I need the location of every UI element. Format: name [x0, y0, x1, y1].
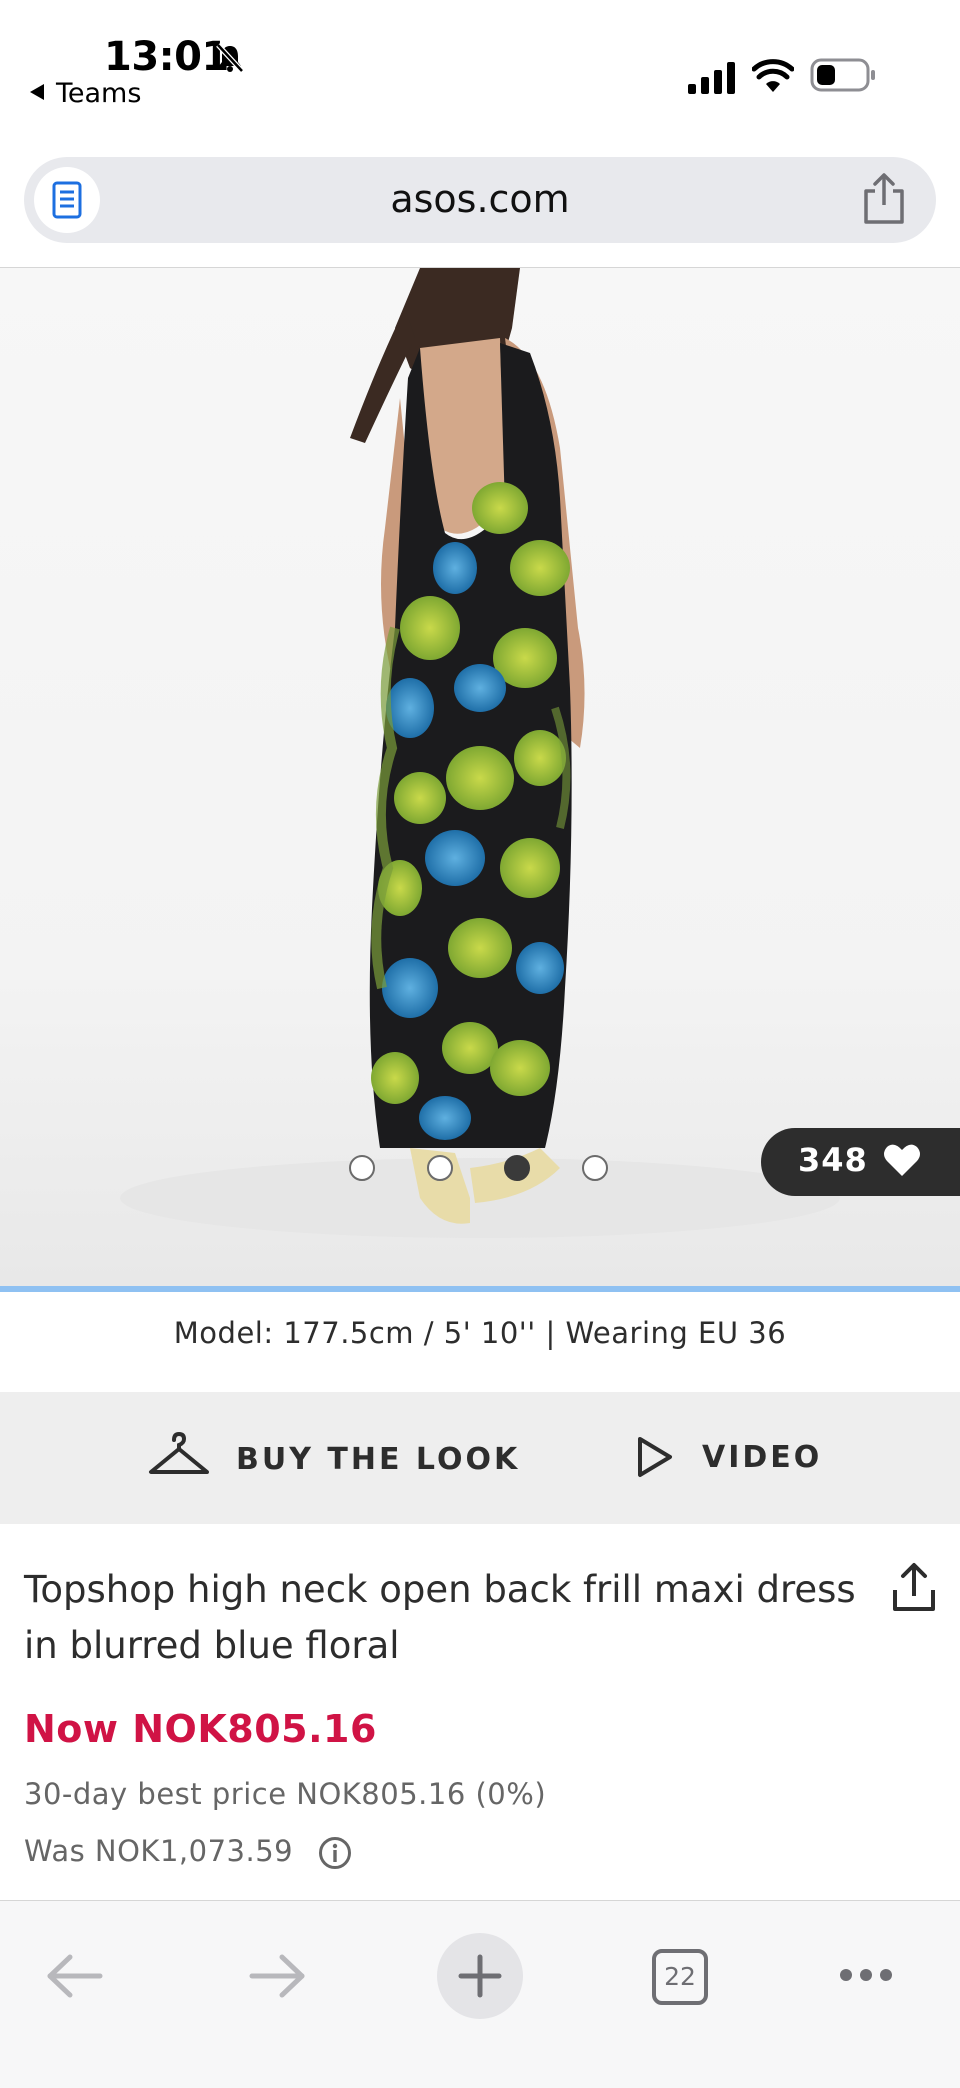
carousel-dot[interactable] — [427, 1155, 453, 1181]
best-price-info: 30-day best price NOK805.16 (0%) — [24, 1777, 547, 1811]
share-icon[interactable] — [892, 1562, 936, 1612]
notifications-off-icon — [216, 43, 244, 73]
battery-icon — [810, 58, 875, 92]
back-arrow-icon[interactable] — [46, 1953, 104, 1999]
product-title: Topshop high neck open back frill maxi d… — [24, 1568, 856, 1667]
save-for-later-button[interactable]: 348 — [761, 1128, 960, 1196]
forward-arrow-icon[interactable] — [248, 1953, 306, 1999]
heart-icon — [884, 1144, 920, 1176]
clock-time: 13:01 — [104, 34, 229, 80]
signal-icon — [688, 62, 735, 94]
play-icon — [638, 1437, 672, 1477]
back-app-label: Teams — [56, 78, 142, 109]
back-triangle-icon — [30, 84, 44, 100]
video-label: VIDEO — [702, 1440, 823, 1475]
carousel-dot[interactable] — [349, 1155, 375, 1181]
more-icon[interactable] — [838, 1967, 894, 1983]
share-icon[interactable] — [860, 173, 908, 225]
carousel-dot-active[interactable] — [504, 1155, 530, 1181]
new-tab-button[interactable] — [437, 1933, 523, 2019]
address-bar[interactable]: asos.com — [24, 157, 936, 243]
status-bar: 13:01 Teams — [0, 0, 960, 140]
plus-icon — [458, 1954, 502, 1998]
buy-the-look-label: BUY THE LOOK — [236, 1442, 521, 1477]
url-text[interactable]: asos.com — [24, 177, 936, 221]
info-icon[interactable] — [318, 1836, 352, 1870]
image-progress-bar — [0, 1286, 960, 1292]
wifi-icon — [752, 59, 794, 92]
model-info: Model: 177.5cm / 5' 10'' | Wearing EU 36 — [173, 1316, 787, 1350]
save-count: 348 — [798, 1141, 868, 1179]
carousel-dot[interactable] — [582, 1155, 608, 1181]
tab-switcher-button[interactable]: 22 — [652, 1949, 708, 2005]
current-price: Now NOK805.16 — [24, 1707, 377, 1751]
hanger-icon — [149, 1432, 209, 1474]
back-to-app-link[interactable]: Teams — [30, 78, 141, 109]
was-price: Was NOK1,073.59 — [24, 1834, 294, 1868]
media-actions: BUY THE LOOK VIDEO — [0, 1392, 960, 1524]
browser-toolbar: 22 — [0, 1900, 960, 2088]
